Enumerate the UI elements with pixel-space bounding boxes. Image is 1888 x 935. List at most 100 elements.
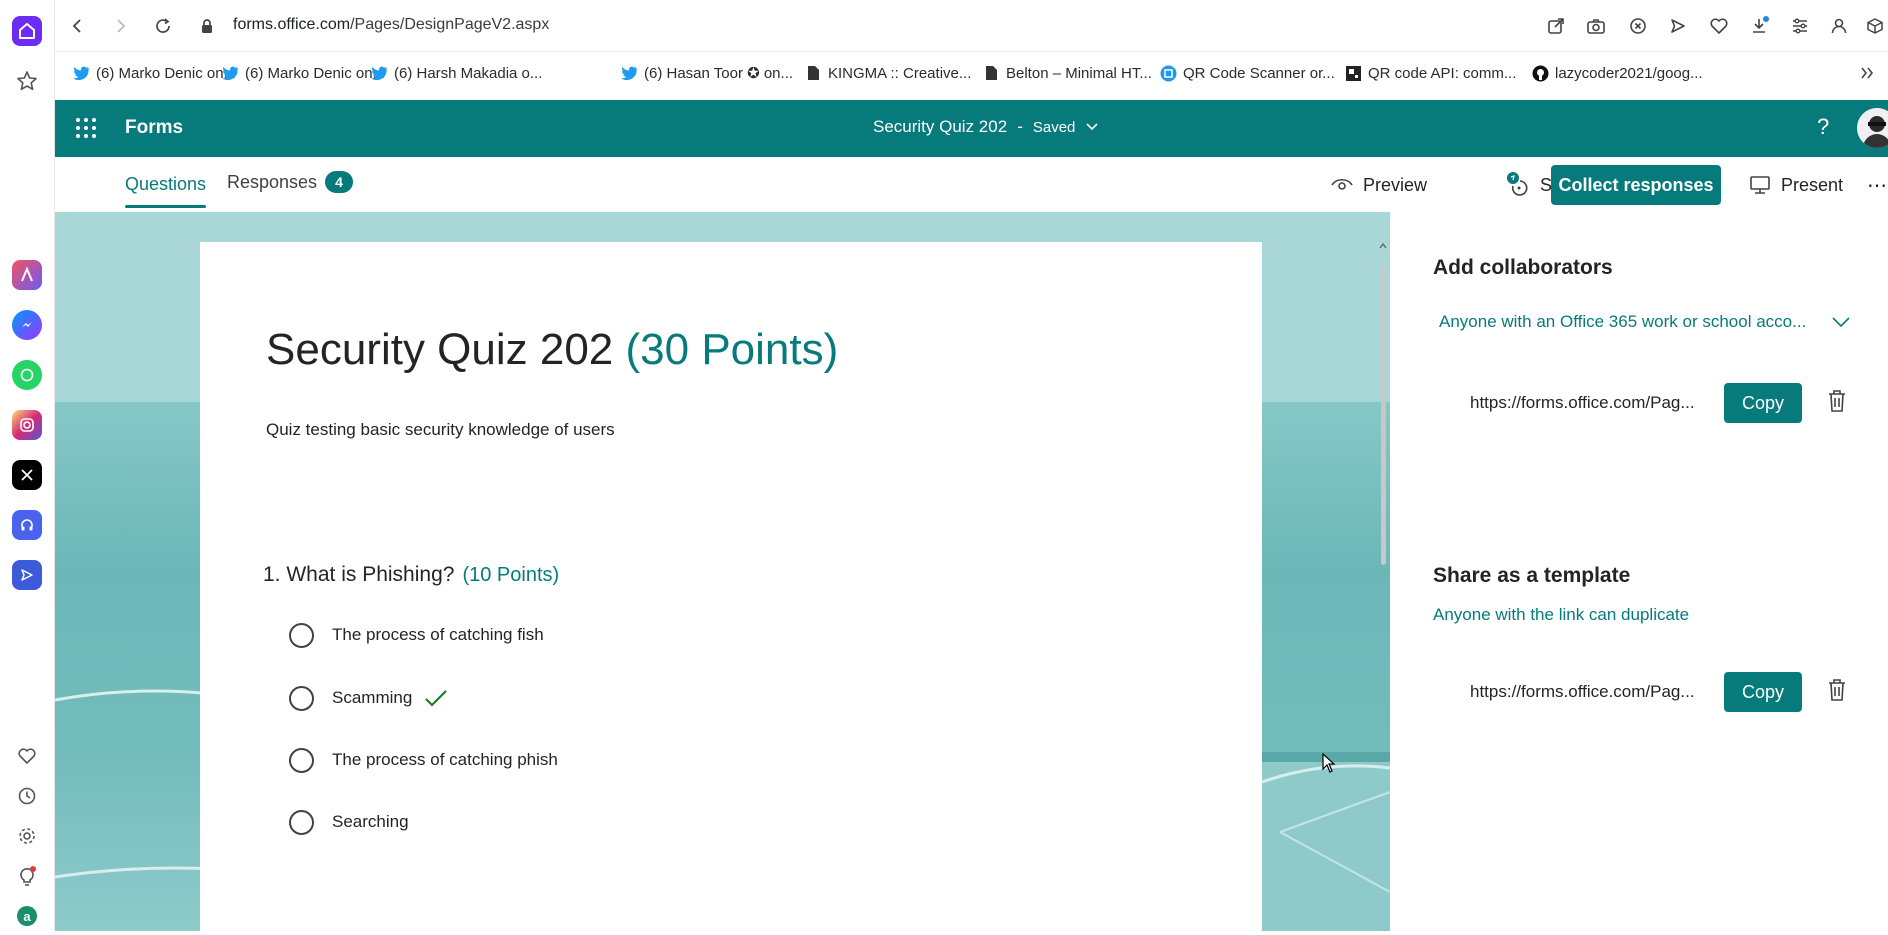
answer-option[interactable]: The process of catching phish (289, 747, 558, 773)
more-options-button[interactable]: ⋯ (1867, 171, 1887, 199)
bookmarks-overflow-button[interactable] (1860, 62, 1874, 84)
answer-option[interactable]: Searching (289, 809, 409, 835)
messenger-app-button[interactable] (8, 306, 46, 344)
bookmark-item[interactable]: (6) Hasan Toor ✪ on... (621, 62, 793, 84)
collect-responses-button[interactable]: Collect responses (1551, 165, 1721, 205)
home-button[interactable] (8, 12, 46, 50)
sliders-icon (1793, 18, 1807, 34)
favorite-button[interactable] (1707, 14, 1731, 38)
app-launcher-button[interactable] (75, 117, 97, 139)
copy-template-link-button[interactable]: Copy (1724, 672, 1802, 712)
radio-button[interactable] (289, 747, 314, 773)
question-points: (10 Points) (462, 564, 560, 586)
whatsapp-app-button[interactable] (8, 356, 46, 394)
tab-responses[interactable]: Responses 4 (227, 171, 353, 193)
bookmark-item[interactable]: (6) Marko Denic on... (222, 62, 385, 84)
quiz-title[interactable]: Security Quiz 202 (30 Points) (266, 325, 838, 375)
save-status: Saved (1032, 118, 1076, 136)
quiz-total-points: (30 Points) (625, 325, 839, 374)
bookmark-item[interactable]: (6) Harsh Makadia o... (371, 62, 542, 84)
present-label: Present (1781, 174, 1844, 195)
history-button[interactable] (8, 777, 46, 815)
help-button[interactable]: ? (1817, 114, 1829, 140)
github-icon (1532, 65, 1549, 82)
collaborator-scope-dropdown[interactable]: Anyone with an Office 365 work or school… (1439, 312, 1851, 332)
bookmark-item[interactable]: lazycoder2021/goog... (1532, 62, 1703, 84)
page-icon (983, 65, 1000, 82)
collaborator-link[interactable]: https://forms.office.com/Pag... (1470, 393, 1695, 413)
lock-icon (195, 14, 219, 38)
snapshot-button[interactable] (1584, 14, 1608, 38)
question-title[interactable]: 1. What is Phishing? (10 Points) (263, 563, 559, 587)
delete-template-link-button[interactable] (1826, 678, 1848, 702)
twitter-icon (73, 65, 90, 82)
bookmark-item[interactable]: QR Code Scanner or... (1160, 62, 1335, 84)
forward-button[interactable] (109, 14, 133, 38)
bookmark-item[interactable]: QR code API: comm... (1345, 62, 1516, 84)
flow-app-button[interactable] (8, 556, 46, 594)
send-icon (12, 560, 42, 590)
twitter-icon (621, 65, 638, 82)
answer-option[interactable]: Scamming (289, 685, 448, 711)
app-name[interactable]: Forms (125, 117, 183, 139)
avatar[interactable] (1857, 108, 1888, 148)
speed-dial-button[interactable] (8, 62, 46, 100)
instagram-app-button[interactable] (8, 406, 46, 444)
share-template-heading: Share as a template (1433, 564, 1631, 587)
bookmark-item[interactable]: (6) Marko Denic on... (73, 62, 236, 84)
flow-button[interactable] (1666, 14, 1690, 38)
chevron-down-icon (1832, 317, 1850, 328)
present-button[interactable]: Present (1749, 171, 1843, 199)
x-icon (12, 460, 42, 490)
bookmark-item[interactable]: Belton – Minimal HT... (983, 62, 1152, 84)
download-icon (1753, 16, 1769, 33)
share-page-button[interactable] (1544, 14, 1568, 38)
tips-button[interactable] (8, 857, 46, 895)
favorites-button[interactable] (8, 737, 46, 775)
copy-collaborator-link-button[interactable]: Copy (1724, 383, 1802, 423)
trash-icon (1829, 390, 1845, 412)
quiz-description[interactable]: Quiz testing basic security knowledge of… (266, 420, 615, 440)
chevron-left-icon (72, 19, 81, 33)
back-button[interactable] (65, 14, 89, 38)
address-bar[interactable]: forms.office.com/Pages/DesignPageV2.aspx (233, 16, 549, 34)
header-form-title: Security Quiz 202 (873, 117, 1008, 136)
music-app-button[interactable] (8, 506, 46, 544)
browser-sidebar: a (0, 0, 55, 931)
profile-button[interactable] (1827, 14, 1851, 38)
tab-responses-label: Responses (227, 172, 318, 192)
template-link[interactable]: https://forms.office.com/Pag... (1470, 682, 1695, 702)
responses-count-badge: 4 (325, 171, 353, 193)
extensions-button[interactable] (1863, 14, 1887, 38)
heart-icon (18, 748, 36, 764)
aria-button[interactable]: a (8, 897, 46, 935)
collaborator-scope-value: Anyone with an Office 365 work or school… (1439, 312, 1807, 331)
reload-button[interactable] (151, 14, 175, 38)
bookmark-item[interactable]: KINGMA :: Creative... (805, 62, 971, 84)
adblock-button[interactable] (1626, 14, 1650, 38)
aria-app-button[interactable] (8, 256, 46, 294)
answer-option[interactable]: The process of catching fish (289, 622, 544, 648)
url-host: forms.office.com (233, 16, 351, 33)
whatsapp-icon (12, 360, 42, 390)
eye-icon (1331, 178, 1353, 190)
radio-button[interactable] (289, 809, 314, 835)
delete-collaborator-link-button[interactable] (1826, 389, 1848, 413)
tab-questions[interactable]: Questions (125, 174, 207, 208)
form-title-dropdown[interactable]: Security Quiz 202 - Saved (873, 117, 1099, 137)
settings-button[interactable] (8, 817, 46, 855)
x-app-button[interactable] (8, 456, 46, 494)
shield-x-icon (1630, 18, 1646, 34)
downloads-button[interactable] (1748, 14, 1772, 38)
canvas-scrollbar[interactable] (1378, 240, 1388, 931)
radio-button[interactable] (289, 685, 314, 711)
radio-button[interactable] (289, 622, 314, 648)
waffle-icon (76, 118, 96, 138)
gear-icon (19, 828, 35, 844)
easy-setup-button[interactable] (1788, 14, 1812, 38)
header-separator: - (1017, 117, 1023, 136)
url-path: /Pages/DesignPageV2.aspx (350, 16, 550, 33)
instagram-icon (12, 410, 42, 440)
chevron-right-icon (117, 19, 126, 33)
preview-button[interactable]: Preview (1331, 171, 1427, 199)
